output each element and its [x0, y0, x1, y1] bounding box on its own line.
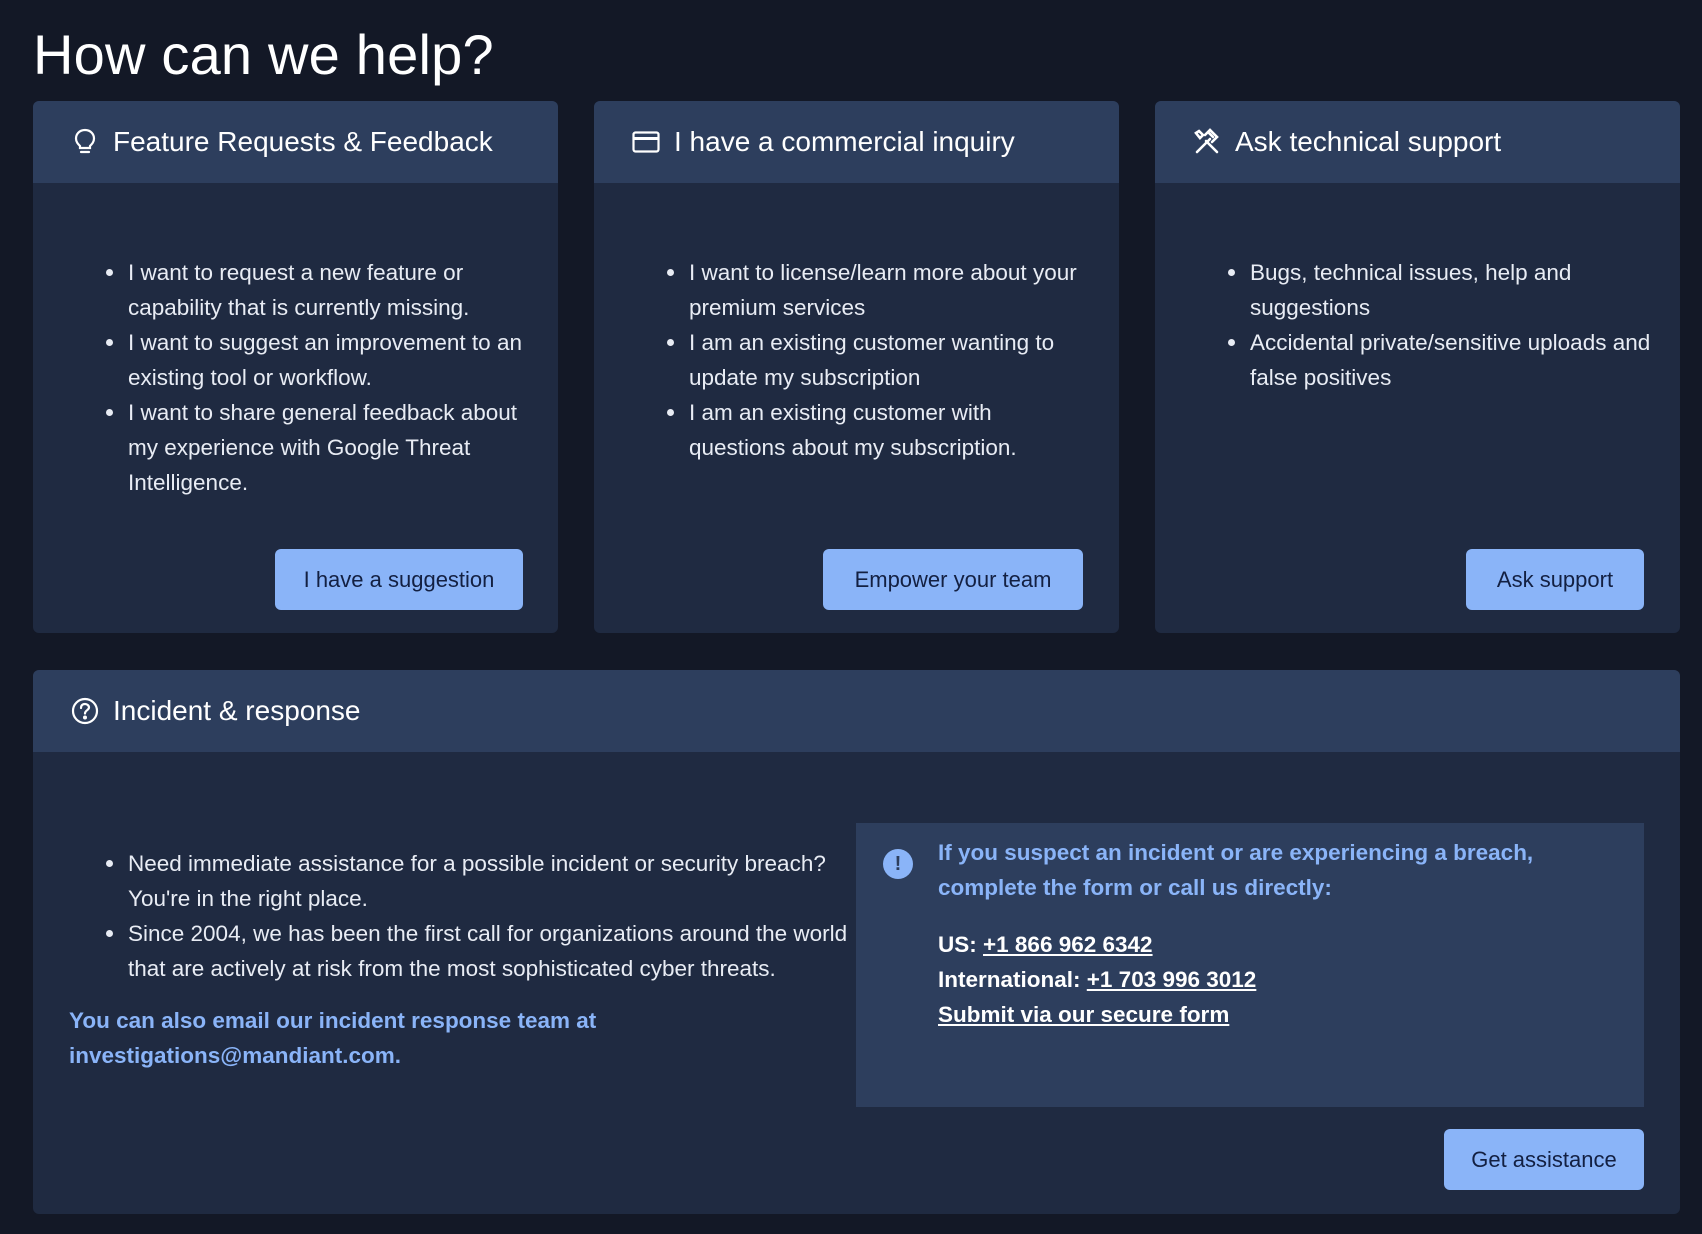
bullet-list: Need immediate assistance for a possible…: [78, 846, 868, 986]
secure-form-link[interactable]: Submit via our secure form: [938, 1002, 1229, 1027]
alert-text: If you suspect an incident or are experi…: [938, 840, 1534, 900]
list-item: I want to request a new feature or capab…: [78, 255, 538, 325]
list-item: I am an existing customer wanting to upd…: [639, 325, 1089, 395]
list-item: Need immediate assistance for a possible…: [78, 846, 868, 916]
us-phone-row: US: +1 866 962 6342: [938, 927, 1256, 962]
card-title: Incident & response: [113, 695, 361, 726]
form-link-row: Submit via our secure form: [938, 997, 1256, 1032]
card-title: Ask technical support: [1235, 126, 1502, 157]
credit-card-icon: [632, 128, 660, 156]
list-item: I want to share general feedback about m…: [78, 395, 538, 500]
bullet-list: I want to request a new feature or capab…: [78, 255, 538, 500]
card-commercial-inquiry: I have a commercial inquiry I want to li…: [594, 101, 1119, 633]
card-feature-requests: Feature Requests & Feedback I want to re…: [33, 101, 558, 633]
list-item: I want to suggest an improvement to an e…: [78, 325, 538, 395]
ask-support-button[interactable]: Ask support: [1466, 549, 1644, 610]
lightbulb-icon: [71, 128, 99, 156]
card-header: Ask technical support: [1155, 101, 1680, 183]
us-label: US:: [938, 932, 977, 957]
card-header: I have a commercial inquiry: [594, 101, 1119, 183]
card-title: Feature Requests & Feedback: [113, 126, 493, 157]
list-item: I want to license/learn more about your …: [639, 255, 1089, 325]
list-item: Since 2004, we has been the first call f…: [78, 916, 868, 986]
card-title: I have a commercial inquiry: [674, 126, 1015, 157]
email-note: You can also email our incident response…: [69, 1008, 597, 1068]
intl-label: International:: [938, 967, 1081, 992]
intl-phone-row: International: +1 703 996 3012: [938, 962, 1256, 997]
get-assistance-button[interactable]: Get assistance: [1444, 1129, 1644, 1190]
bullet-list: I want to license/learn more about your …: [639, 255, 1089, 465]
card-header: Incident & response: [33, 670, 1680, 752]
list-item: Accidental private/sensitive uploads and…: [1200, 325, 1670, 395]
empower-team-button[interactable]: Empower your team: [823, 549, 1083, 610]
alert-info-icon: !: [883, 849, 913, 879]
contact-details: US: +1 866 962 6342 International: +1 70…: [938, 927, 1256, 1032]
list-item: I am an existing customer with questions…: [639, 395, 1089, 465]
page-title: How can we help?: [33, 23, 494, 86]
card-incident-response: Incident & response Need immediate assis…: [33, 670, 1680, 1214]
list-item: Bugs, technical issues, help and suggest…: [1200, 255, 1670, 325]
page: How can we help? Feature Requests & Feed…: [0, 0, 1702, 1234]
suggestion-button[interactable]: I have a suggestion: [275, 549, 523, 610]
tools-icon: [1193, 128, 1221, 156]
bullet-list: Bugs, technical issues, help and suggest…: [1200, 255, 1670, 395]
incident-alert-box: ! If you suspect an incident or are expe…: [856, 823, 1644, 1107]
intl-phone-link[interactable]: +1 703 996 3012: [1087, 967, 1257, 992]
card-technical-support: Ask technical support Bugs, technical is…: [1155, 101, 1680, 633]
us-phone-link[interactable]: +1 866 962 6342: [983, 932, 1153, 957]
help-circle-icon: [71, 697, 99, 725]
card-header: Feature Requests & Feedback: [33, 101, 558, 183]
